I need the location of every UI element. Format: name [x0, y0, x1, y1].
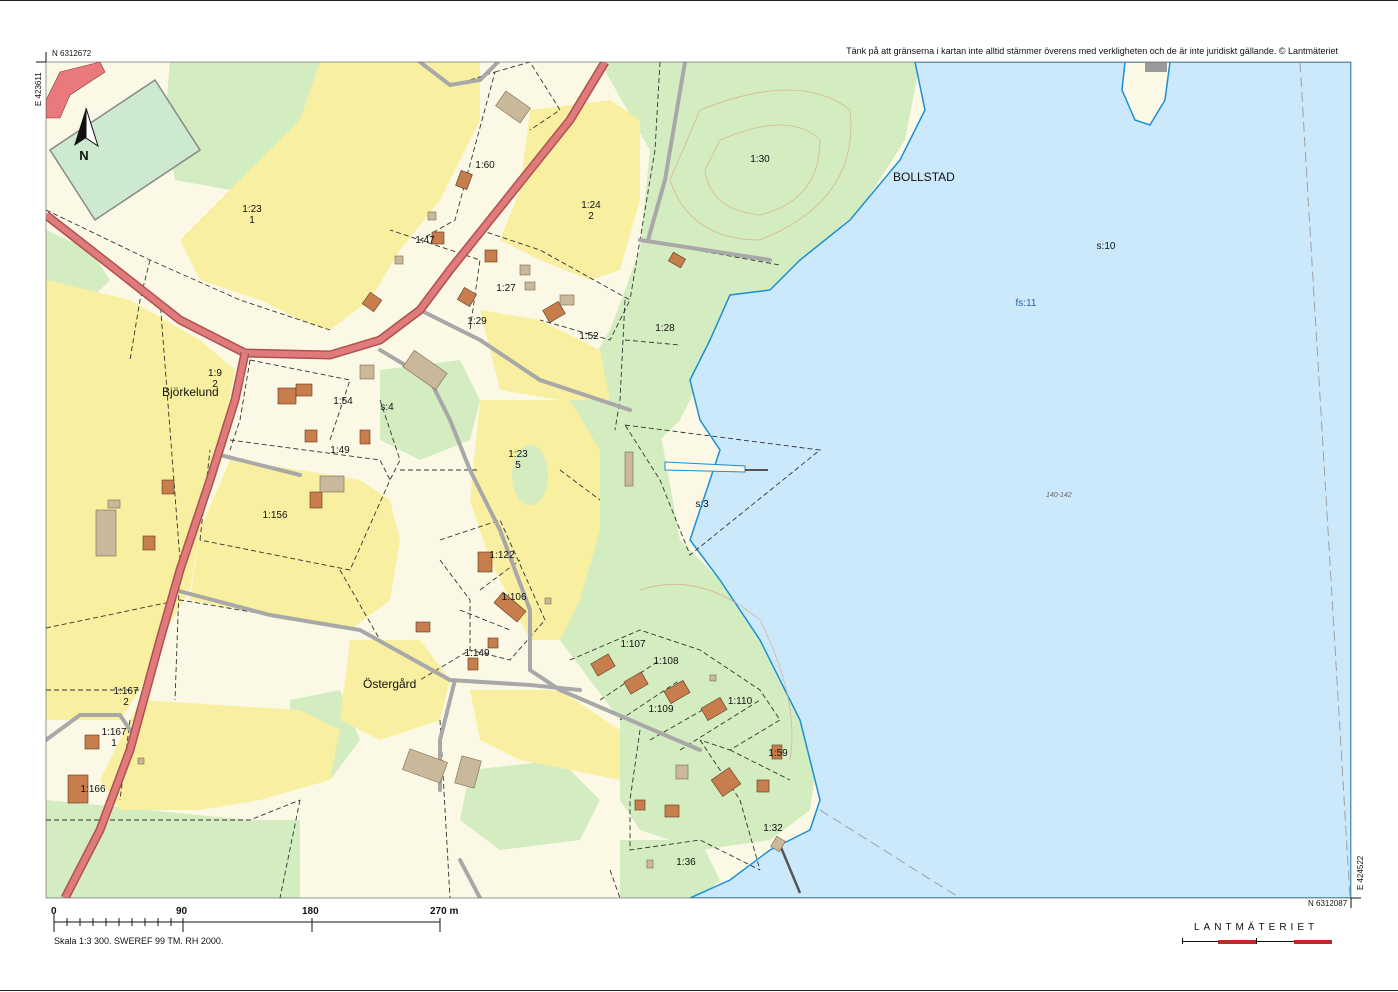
scale-tick-0: 0 [51, 906, 57, 917]
lantmateriet-logo-bar [1182, 938, 1332, 944]
scale-bar [53, 914, 441, 932]
parcel-label: 1:107 [620, 639, 645, 650]
scale-tick-270: 270 m [430, 906, 459, 917]
scale-tick-180: 180 [302, 906, 319, 917]
parcel-label: s:3 [695, 499, 709, 510]
north-label: N [79, 148, 88, 163]
parcel-label: 1:30 [750, 154, 770, 165]
scale-note: Skala 1:3 300. SWEREF 99 TM. RH 2000. [54, 936, 224, 946]
parcel-label: 1:47 [415, 235, 435, 246]
parcel-label: s:10 [1097, 241, 1116, 252]
map-canvas[interactable]: BOLLSTAD Björkelund Östergård 140-142 1:… [0, 0, 1398, 992]
parcel-label: 1:166 [80, 784, 105, 795]
parcel-label: 1:110 [728, 696, 753, 707]
parcel-label: 1:149 [464, 648, 489, 659]
parcel-label: s:4 [380, 402, 394, 413]
parcel-label: 1:29 [467, 316, 487, 327]
parcel-label: 1:52 [579, 331, 599, 342]
parcel-label: 1:32 [763, 823, 783, 834]
place-ostergard: Östergård [363, 677, 416, 691]
parcel-label: 1:108 [653, 656, 678, 667]
island-building [1145, 62, 1167, 72]
place-bollstad: BOLLSTAD [893, 170, 955, 184]
parcel-label: 1:122 [489, 550, 514, 561]
place-bjorkelund: Björkelund [162, 385, 219, 399]
scale-tick-90: 90 [176, 906, 188, 917]
lantmateriet-logo-text: LANTMÄTERIET [1194, 922, 1319, 933]
parcel-label: 1:27 [496, 283, 516, 294]
parcel-label: 1:106 [501, 592, 526, 603]
parcel-label: 1:59 [768, 748, 788, 759]
parcel-label: fs:11 [1016, 298, 1037, 309]
depth-label: 140-142 [1046, 492, 1072, 499]
parcel-label: 1:49 [330, 445, 350, 456]
parcel-label: 1:60 [475, 160, 495, 171]
parcel-label: 1:36 [676, 857, 696, 868]
parcel-label: 1:54 [333, 396, 353, 407]
parcel-label: 1:109 [648, 704, 673, 715]
parcel-label: 1:156 [262, 510, 287, 521]
parcel-label: 1:28 [655, 323, 675, 334]
